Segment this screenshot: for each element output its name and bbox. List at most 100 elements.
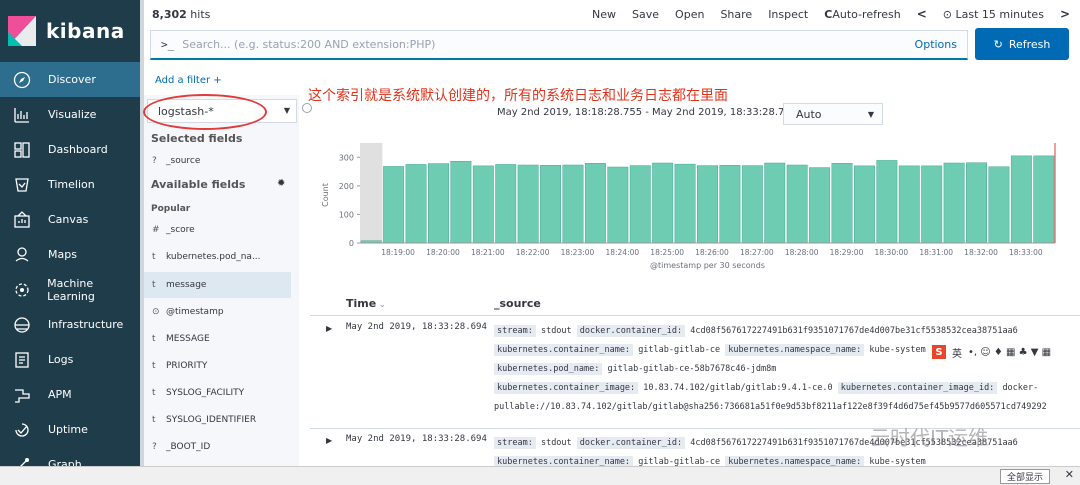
caret-down-icon: ▼	[283, 106, 290, 115]
nav-item-uptime[interactable]: Uptime	[0, 412, 140, 447]
field-item[interactable]: t MESSAGE	[152, 334, 210, 344]
nav-list: Discover Visualize Dashboard Timelion Canvas…	[0, 62, 140, 482]
field-key: kubernetes.container_image_id:	[837, 382, 998, 394]
nav-item-discover[interactable]: Discover	[0, 62, 140, 97]
brand[interactable]: kibana	[0, 0, 140, 62]
histogram-bar	[607, 166, 629, 244]
logs-icon	[12, 350, 32, 370]
x-axis-label: @timestamp per 30 seconds	[650, 261, 765, 270]
x-tick-label: 18:19:00	[381, 248, 415, 257]
x-tick-label: 18:20:00	[426, 248, 460, 257]
nav-item-label: Uptime	[48, 423, 88, 436]
refresh-icon: ↻	[993, 37, 1003, 51]
time-picker[interactable]: ⊙ Last 15 minutes	[943, 8, 1044, 21]
histogram-chart: 0 100 200 300 Count 18:19:00 18:20:00 18:21:00 1…	[321, 143, 1056, 270]
kibana-app: kibana Discover Visualize Dashboard Timelio…	[0, 0, 1080, 485]
column-header-time[interactable]: Time ⌄	[346, 297, 386, 310]
nav-item-label: Machine Learning	[47, 276, 95, 303]
maps-icon	[12, 245, 32, 265]
nav-item-label: Maps	[48, 248, 77, 261]
field-value: pullable://10.83.74.102/gitlab/gitlab@sh…	[494, 402, 1047, 412]
histogram-bar	[629, 165, 651, 244]
source-line: pullable://10.83.74.102/gitlab/gitlab@sh…	[494, 398, 1074, 417]
nav-item-timelion[interactable]: Timelion	[0, 167, 140, 202]
ime-toolbar[interactable]: S 英 •, ☺ ♦ ▦ ♣ ▼ ▦	[928, 343, 1080, 361]
histogram-bar	[809, 167, 831, 244]
refresh-button[interactable]: ↻ Refresh	[975, 28, 1069, 60]
field-item[interactable]: ⊙ @timestamp	[152, 307, 224, 317]
save-button[interactable]: Save	[632, 8, 659, 21]
add-filter-button[interactable]: Add a filter +	[155, 75, 222, 86]
dashboard-icon	[12, 140, 32, 160]
interval-select[interactable]: Auto ▼	[783, 103, 883, 125]
show-all-button[interactable]: 全部显示	[999, 469, 1050, 484]
gear-icon[interactable]: ✹	[277, 178, 285, 189]
field-item[interactable]: ? _BOOT_ID	[152, 442, 210, 452]
nav-item-infrastructure[interactable]: Infrastructure	[0, 307, 140, 342]
x-tick-label: 18:31:00	[919, 248, 953, 257]
options-button[interactable]: Options	[915, 38, 957, 51]
expand-row-icon[interactable]: ▶	[326, 324, 332, 333]
auto-refresh-button[interactable]: CAuto-refresh	[824, 8, 900, 21]
time-back-icon[interactable]: <	[917, 7, 927, 21]
expand-row-icon[interactable]: ▶	[326, 436, 332, 445]
search-input[interactable]: >_ Search... (e.g. status:200 AND extens…	[150, 30, 968, 60]
histogram-bar	[697, 165, 718, 244]
x-tick-label: 18:22:00	[516, 248, 550, 257]
histogram-bar	[428, 163, 449, 244]
nav-item-machine-learning[interactable]: Machine Learning	[0, 272, 140, 307]
x-tick-label: 18:29:00	[830, 248, 864, 257]
field-key: stream:	[494, 325, 536, 337]
caret-down-icon: ▼	[867, 109, 874, 119]
histogram-bar	[405, 164, 427, 244]
field-key: docker.container_id:	[576, 437, 686, 449]
x-tick-label: 18:28:00	[785, 248, 819, 257]
x-tick-label: 18:23:00	[561, 248, 595, 257]
search-row: >_ Search... (e.g. status:200 AND extens…	[150, 28, 1070, 60]
histogram-bar	[988, 166, 1010, 244]
inspect-button[interactable]: Inspect	[768, 8, 808, 21]
field-value: docker-	[1002, 383, 1039, 393]
popular-title: Popular	[151, 204, 191, 214]
histogram-bar	[562, 164, 584, 244]
histogram-bar	[1010, 155, 1032, 244]
field-item[interactable]: t SYSLOG_IDENTIFIER	[152, 415, 256, 425]
field-item[interactable]: # _score	[152, 225, 195, 235]
field-item[interactable]: t SYSLOG_FACILITY	[152, 388, 244, 398]
histogram-bar	[674, 163, 696, 244]
sogou-icon: S	[932, 345, 946, 359]
row-timestamp: May 2nd 2019, 18:33:28.694	[346, 434, 487, 444]
field-item[interactable]: t kubernetes.pod_na...	[152, 252, 261, 262]
compass-icon	[12, 70, 32, 90]
top-menu: New Save Open Share Inspect CAuto-refres…	[592, 7, 1080, 21]
time-forward-icon[interactable]: >	[1060, 7, 1070, 21]
field-item[interactable]: t PRIORITY	[152, 361, 207, 371]
nav-item-label: Discover	[48, 73, 96, 86]
x-tick-label: 18:33:00	[1009, 248, 1043, 257]
nav-item-visualize[interactable]: Visualize	[0, 97, 140, 132]
nav-item-logs[interactable]: Logs	[0, 342, 140, 377]
nav-item-maps[interactable]: Maps	[0, 237, 140, 272]
field-key: docker.container_id:	[576, 325, 686, 337]
histogram-bar	[876, 160, 898, 244]
table-row: ▶ May 2nd 2019, 18:33:28.694 stream: stdou…	[310, 322, 1080, 422]
histogram-bar	[719, 165, 741, 244]
histogram-bar	[741, 165, 763, 244]
table-header-divider	[310, 315, 1080, 316]
field-item-highlighted[interactable]: t message	[144, 272, 291, 298]
nav-item-canvas[interactable]: Canvas	[0, 202, 140, 237]
close-icon[interactable]: ✕	[1065, 468, 1074, 481]
source-line: kubernetes.pod_name: gitlab-gitlab-ce-58…	[494, 360, 1074, 379]
field-key: kubernetes.namespace_name:	[725, 344, 865, 356]
nav-item-dashboard[interactable]: Dashboard	[0, 132, 140, 167]
new-button[interactable]: New	[592, 8, 616, 21]
share-button[interactable]: Share	[720, 8, 752, 21]
nav-item-apm[interactable]: APM	[0, 377, 140, 412]
row-timestamp: May 2nd 2019, 18:33:28.694	[346, 322, 487, 332]
field-item[interactable]: ? _source	[152, 156, 200, 166]
open-button[interactable]: Open	[675, 8, 704, 21]
partial-bucket-shade	[360, 143, 383, 243]
query-prompt: >_	[161, 38, 175, 51]
timelion-icon	[12, 175, 32, 195]
sidebar: kibana Discover Visualize Dashboard Timelio…	[0, 0, 140, 485]
